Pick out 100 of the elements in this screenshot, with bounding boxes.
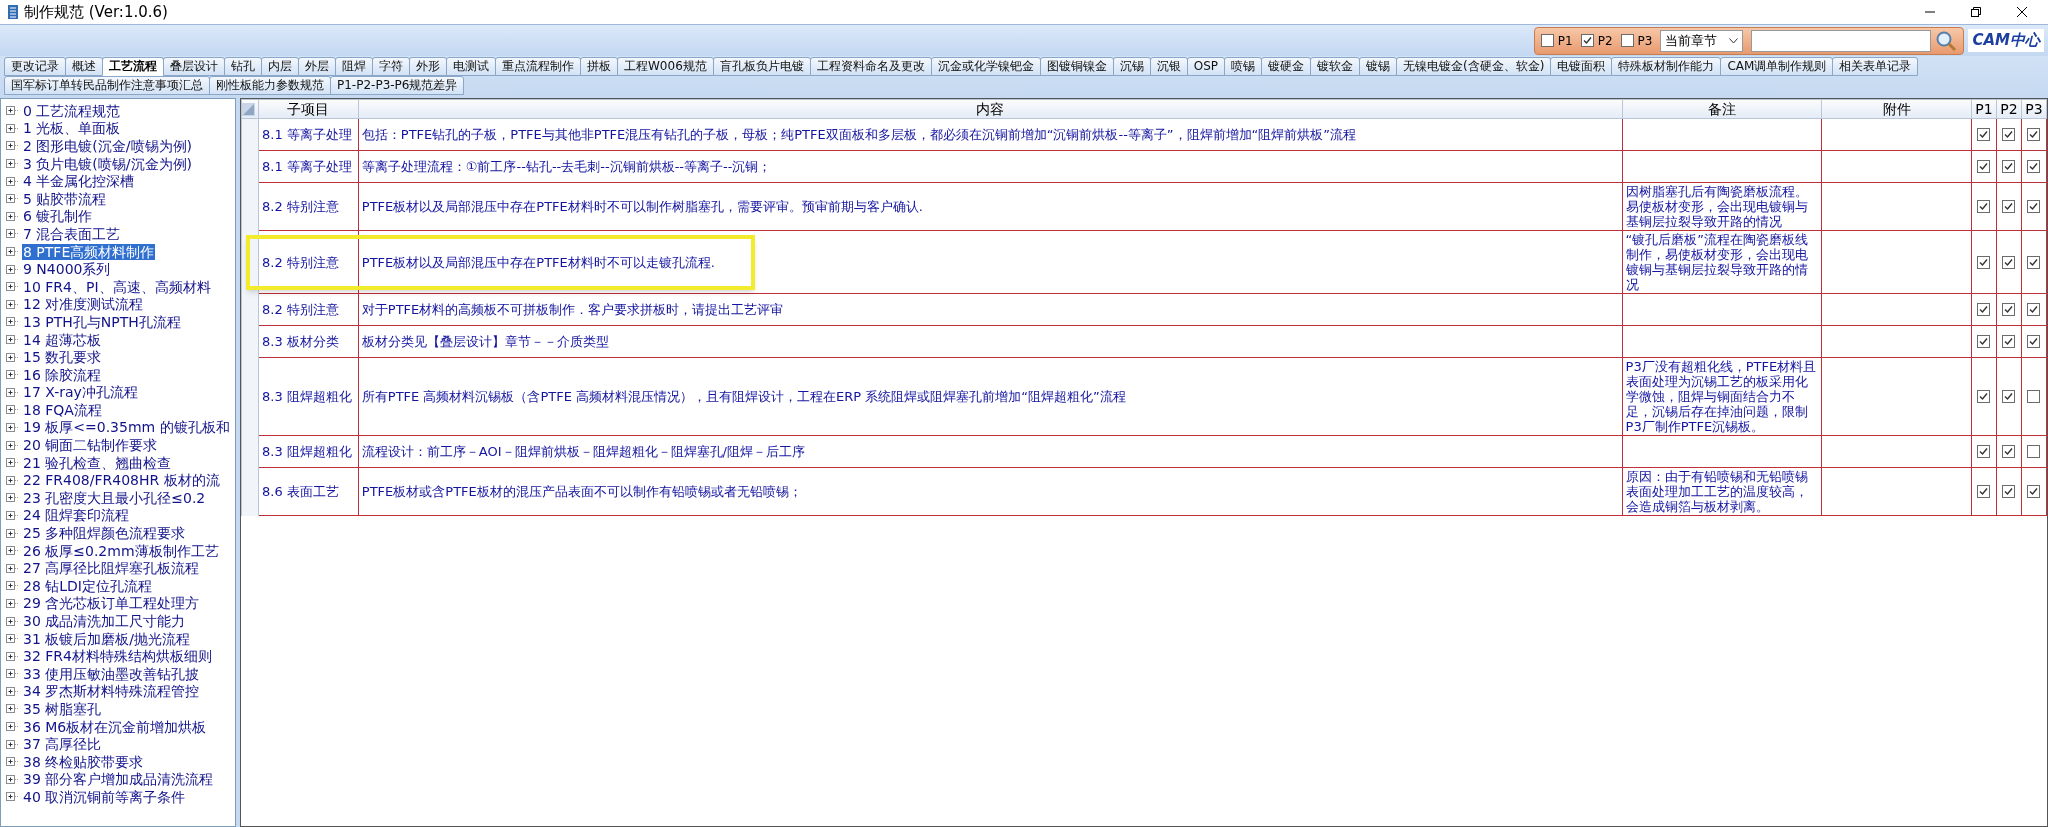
expand-icon[interactable] <box>6 528 19 538</box>
expand-icon[interactable] <box>6 159 19 169</box>
tab[interactable]: 沉锡 <box>1112 57 1151 76</box>
expand-icon[interactable] <box>6 792 19 802</box>
tree-item[interactable]: 40 取消沉铜前等离子条件 <box>22 788 187 805</box>
tree-item[interactable]: 12 对准度测试流程 <box>22 296 145 313</box>
expand-icon[interactable] <box>6 757 19 767</box>
filter-checkbox[interactable] <box>1580 34 1594 47</box>
checkbox[interactable] <box>1976 128 1990 141</box>
tree-item[interactable]: 29 含光芯板订单工程处理方 <box>22 595 201 612</box>
tab[interactable]: 刚性板能力参数规范 <box>209 76 331 95</box>
checkbox[interactable] <box>1976 445 1990 458</box>
expand-icon[interactable] <box>6 598 19 608</box>
tree-item[interactable]: 31 板镀后加磨板/抛光流程 <box>22 630 191 647</box>
expand-icon[interactable] <box>6 387 19 397</box>
tree-item[interactable]: 1 光板、单面板 <box>22 120 122 137</box>
tree-item[interactable]: 2 图形电镀(沉金/喷锡为例) <box>22 138 193 154</box>
tree-item[interactable]: 36 M6板材在沉金前增加烘板 <box>22 718 208 735</box>
filter-checkbox[interactable] <box>1620 34 1634 47</box>
expand-icon[interactable] <box>6 423 19 432</box>
tab[interactable]: 工程资料命名及更改 <box>809 57 932 76</box>
expand-icon[interactable] <box>6 440 19 450</box>
tree-item[interactable]: 37 高厚径比 <box>22 736 103 753</box>
tree-item[interactable]: 5 贴胶带流程 <box>22 190 108 207</box>
tab[interactable]: 电镀面积 <box>1550 57 1613 76</box>
checkbox[interactable] <box>2026 255 2040 269</box>
tab[interactable]: 沉金或化学镍钯金 <box>930 57 1041 76</box>
tab[interactable]: 无镍电镀金(含硬金、软金) <box>1396 57 1552 76</box>
expand-icon[interactable] <box>6 352 19 362</box>
checkbox[interactable] <box>2001 485 2015 498</box>
expand-icon[interactable] <box>6 247 19 257</box>
expand-icon[interactable] <box>6 563 19 573</box>
checkbox[interactable] <box>2001 200 2015 213</box>
checkbox[interactable] <box>2001 445 2015 458</box>
tab[interactable]: 工艺流程 <box>102 57 164 76</box>
checkbox[interactable] <box>2026 335 2040 348</box>
tab[interactable]: 外形 <box>409 57 447 76</box>
checkbox[interactable] <box>1976 255 1990 269</box>
tab[interactable]: 图镀铜镍金 <box>1039 57 1114 76</box>
tree-item[interactable]: 33 使用压敏油墨改善钻孔披 <box>22 665 201 682</box>
tree-item[interactable]: 6 镀孔制作 <box>22 208 94 225</box>
tree-item[interactable]: 38 终检贴胶带要求 <box>22 753 145 770</box>
checkbox[interactable] <box>2001 335 2015 348</box>
search-field[interactable] <box>1751 29 1932 52</box>
expand-icon[interactable] <box>6 651 19 661</box>
checkbox[interactable] <box>2026 485 2040 498</box>
tree-item[interactable]: 27 高厚径比阻焊塞孔板流程 <box>22 560 201 577</box>
tab[interactable]: 阻焊 <box>335 57 373 76</box>
tab[interactable]: 沉银 <box>1149 57 1188 76</box>
expand-icon[interactable] <box>6 616 19 626</box>
tab[interactable]: CAM调单制作规则 <box>1720 57 1834 76</box>
close-icon[interactable] <box>2016 6 2028 18</box>
tab[interactable]: 重点流程制作 <box>495 57 581 76</box>
tree-item[interactable]: 30 成品清洗加工尺寸能力 <box>22 613 187 629</box>
tree-item[interactable]: 23 孔密度大且最小孔径≤0.2 <box>22 489 207 506</box>
tree-item[interactable]: 21 验孔检查、翘曲检查 <box>22 454 173 471</box>
checkbox[interactable] <box>2026 303 2040 316</box>
checkbox[interactable] <box>2026 128 2040 141</box>
expand-icon[interactable] <box>6 581 19 591</box>
tree-item[interactable]: 20 铜面二钻制作要求 <box>22 437 159 454</box>
tab[interactable]: 叠层设计 <box>163 57 225 76</box>
expand-icon[interactable] <box>6 335 19 344</box>
expand-icon[interactable] <box>6 634 19 644</box>
checkbox[interactable] <box>1976 303 1990 316</box>
tab[interactable]: 内层 <box>261 57 299 76</box>
tree-item[interactable]: 8 PTFE高频材料制作 <box>22 243 156 260</box>
expand-icon[interactable] <box>6 546 19 556</box>
expand-icon[interactable] <box>6 405 19 415</box>
checkbox[interactable] <box>2026 160 2040 173</box>
tree-item[interactable]: 35 树脂塞孔 <box>22 701 103 717</box>
tab[interactable]: 国军标订单转民品制作注意事项汇总 <box>4 76 210 95</box>
checkbox[interactable] <box>2001 255 2015 269</box>
tab[interactable]: 镀硬金 <box>1261 57 1312 76</box>
checkbox[interactable] <box>2001 303 2015 316</box>
tree-item[interactable]: 16 除胶流程 <box>22 366 103 383</box>
expand-icon[interactable] <box>6 475 19 485</box>
tree-item[interactable]: 32 FR4材料特殊结构烘板细则 <box>22 648 213 665</box>
expand-icon[interactable] <box>6 211 19 221</box>
expand-icon[interactable] <box>6 299 19 309</box>
expand-icon[interactable] <box>6 123 19 133</box>
checkbox[interactable] <box>1976 200 1990 213</box>
expand-icon[interactable] <box>6 458 19 468</box>
expand-icon[interactable] <box>6 370 19 380</box>
tree-item[interactable]: 24 阻焊套印流程 <box>22 507 131 524</box>
tree-item[interactable]: 10 FR4、PI、高速、高频材料 <box>22 278 212 295</box>
tab[interactable]: 更改记录 <box>4 57 66 76</box>
tree-item[interactable]: 14 超薄芯板 <box>22 331 103 348</box>
tab[interactable]: 钻孔 <box>224 57 262 76</box>
tab[interactable]: 相关表单记录 <box>1832 57 1919 76</box>
tab[interactable]: P1-P2-P3-P6规范差异 <box>330 76 465 95</box>
expand-icon[interactable] <box>6 264 19 274</box>
tree-item[interactable]: 18 FQA流程 <box>22 401 103 418</box>
expand-icon[interactable] <box>6 704 19 714</box>
checkbox[interactable] <box>2001 128 2015 141</box>
expand-icon[interactable] <box>6 493 19 503</box>
checkbox[interactable] <box>2026 390 2040 403</box>
tab[interactable]: 字符 <box>372 57 410 76</box>
tree-item[interactable]: 17 X-ray冲孔流程 <box>22 384 139 401</box>
search-icon[interactable] <box>1935 29 1958 52</box>
expand-icon[interactable] <box>6 229 19 239</box>
